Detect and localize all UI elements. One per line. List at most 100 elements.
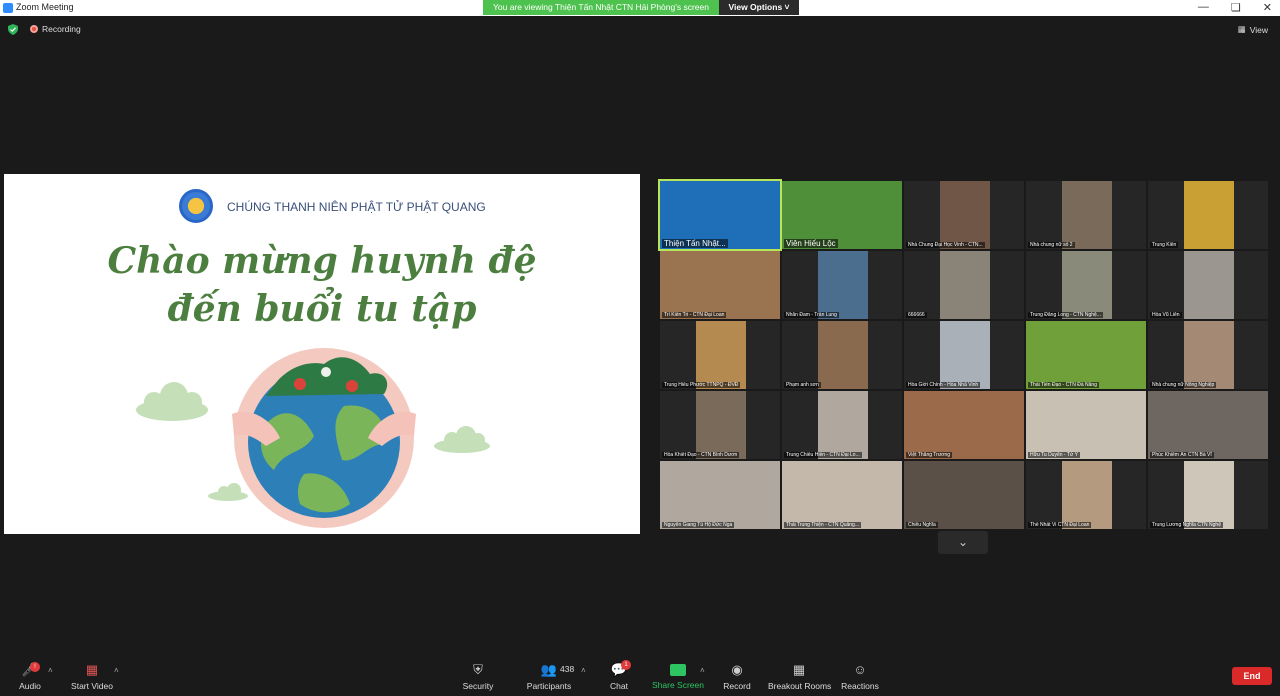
end-meeting-button[interactable]: End: [1232, 667, 1272, 685]
view-options-label: View Options: [728, 2, 783, 12]
view-options-button[interactable]: View Options ˅: [719, 0, 799, 15]
encryption-shield-icon[interactable]: [8, 24, 18, 35]
audio-alert-badge: !: [30, 662, 40, 672]
participant-tile[interactable]: Phạm anh sơn: [782, 321, 902, 389]
participant-tile[interactable]: Nhân Đam - Trần Lung: [782, 251, 902, 319]
participant-video: [1026, 321, 1146, 389]
participant-tile[interactable]: Hữu Tu Duyên - Tứ Y: [1026, 391, 1146, 459]
participant-tile[interactable]: Viên Hiếu Lộc: [782, 181, 902, 249]
maximize-icon[interactable]: ❏: [1231, 1, 1241, 14]
participant-tile[interactable]: Thiện Tấn Nhật...: [658, 179, 782, 251]
participant-tile[interactable]: Thái Tiến Đạo - CTN Đà Nẵng: [1026, 321, 1146, 389]
security-button[interactable]: ⛨ Security: [458, 656, 498, 696]
audio-button[interactable]: 🎤 Audio: [14, 656, 46, 696]
participant-video: [904, 461, 1024, 529]
reactions-label: Reactions: [841, 681, 879, 691]
participants-count: 438: [560, 664, 575, 674]
record-label: Record: [723, 681, 751, 691]
participant-name: Thiện Tấn Nhật...: [662, 239, 728, 248]
reactions-button[interactable]: ☺ Reactions: [840, 656, 880, 696]
participant-video: [1184, 461, 1234, 529]
grid-view-icon: ▦: [1237, 24, 1246, 34]
participant-video: [782, 461, 902, 529]
participant-name: Thái Trung Thiện - CTN Quảng...: [784, 522, 861, 528]
participant-name: Thái Tiến Đạo - CTN Đà Nẵng: [1028, 382, 1099, 388]
participant-tile[interactable]: Thế Nhất Vi CTN Đại Loan: [1026, 461, 1146, 529]
breakout-rooms-icon: ▦: [792, 662, 806, 677]
participant-video: [940, 321, 990, 389]
participants-button[interactable]: 👥 Participants: [524, 656, 574, 696]
breakout-rooms-button[interactable]: ▦ Breakout Rooms: [768, 656, 832, 696]
earth-hands-illustration: [136, 348, 490, 528]
participant-name: Hòa Vũ Liên: [1150, 312, 1182, 318]
participant-tile[interactable]: Nhà Chung Đại Học Vinh - CTN...: [904, 181, 1024, 249]
participant-video: [1184, 251, 1234, 319]
recording-dot-icon: [30, 25, 38, 33]
participant-tile[interactable]: Việt Thắng Trương: [904, 391, 1024, 459]
recording-indicator[interactable]: Recording: [30, 24, 81, 34]
participants-label: Participants: [526, 681, 572, 691]
participant-video: [818, 251, 868, 319]
participant-tile[interactable]: Thái Trung Thiện - CTN Quảng...: [782, 461, 902, 529]
participants-options-caret[interactable]: ˄: [581, 666, 586, 675]
chevron-down-icon: ⌄: [957, 535, 969, 549]
participant-tile[interactable]: Trí Kiến Tri - CTN Đại Loan: [660, 251, 780, 319]
participant-tile[interactable]: Hòa Khiết Đạo - CTN Bình Dươn: [660, 391, 780, 459]
participant-name: Nhà Chung Đại Học Vinh - CTN...: [906, 242, 985, 248]
participant-tile[interactable]: Nhà chung nữ số 2: [1026, 181, 1146, 249]
participant-name: Thế Nhất Vi CTN Đại Loan: [1028, 522, 1092, 528]
participant-tile[interactable]: Nhà chung nữ Nông Nghiệp: [1148, 321, 1268, 389]
window-controls: — ❏ ✕: [1198, 1, 1272, 14]
participant-tile[interactable]: Trung Lương Nghĩa CTN Nghệ: [1148, 461, 1268, 529]
shared-screen: CHÚNG THANH NIÊN PHẬT TỬ PHẬT QUANG Chào…: [4, 174, 640, 534]
recording-label: Recording: [42, 24, 81, 34]
participant-name: Hòa Giới Chính - Hòa Nhã Vinh: [906, 382, 981, 388]
start-video-label: Start Video: [71, 681, 113, 691]
view-button[interactable]: ▦ View: [1238, 24, 1268, 35]
participant-tile[interactable]: Chiêu Nghĩa: [904, 461, 1024, 529]
breakout-rooms-label: Breakout Rooms: [768, 681, 832, 691]
audio-options-caret[interactable]: ˄: [48, 666, 53, 675]
zoom-logo-icon: [3, 3, 13, 13]
participant-video: [940, 181, 990, 249]
participant-tile[interactable]: Phúc Khiêm Ân CTN Bà Vĩ: [1148, 391, 1268, 459]
participant-tile[interactable]: 666666: [904, 251, 1024, 319]
participant-name: Trung Kiên: [1150, 242, 1179, 248]
start-video-button[interactable]: ▦ Start Video: [66, 656, 118, 696]
share-screen-button[interactable]: Share Screen: [652, 656, 704, 696]
participant-video: [660, 251, 780, 319]
participant-video: [696, 391, 746, 459]
participant-tile[interactable]: Trung Chiếu Hiền - CTN Đại Lo...: [782, 391, 902, 459]
participant-name: Trung Hiếu Phước TTNPQ - ĐVĐ: [662, 382, 741, 388]
share-screen-label: Share Screen: [652, 680, 704, 690]
participant-tile[interactable]: Trung Hiếu Phước TTNPQ - ĐVĐ: [660, 321, 780, 389]
chevron-down-icon: ˅: [784, 2, 790, 12]
close-icon[interactable]: ✕: [1263, 1, 1272, 14]
share-screen-icon: [670, 664, 686, 676]
participant-name: Hòa Khiết Đạo - CTN Bình Dươn: [662, 452, 740, 458]
participant-tile[interactable]: Trung Đăng Long - CTN Nghệ...: [1026, 251, 1146, 319]
meeting-toolbar: 🎤 Audio ! ˄ ▦ Start Video ˄ ⛨ Security 👥…: [0, 656, 1280, 696]
participant-video: [1026, 391, 1146, 459]
security-label: Security: [462, 681, 494, 691]
participant-tile[interactable]: Hòa Vũ Liên: [1148, 251, 1268, 319]
participant-video: [1062, 461, 1112, 529]
shield-icon: ⛨: [473, 662, 483, 677]
view-label: View: [1249, 24, 1268, 35]
minimize-icon[interactable]: —: [1198, 1, 1209, 14]
participant-name: Trung Lương Nghĩa CTN Nghệ: [1150, 522, 1223, 528]
participant-name: Hữu Tu Duyên - Tứ Y: [1028, 452, 1080, 458]
participant-name: Trí Kiến Tri - CTN Đại Loan: [662, 312, 727, 318]
gallery-next-page-button[interactable]: ⌄: [938, 531, 988, 554]
participant-name: Viên Hiếu Lộc: [784, 239, 838, 248]
record-button[interactable]: ◉ Record: [720, 656, 754, 696]
cloud-right: [434, 426, 490, 453]
participant-name: Nhân Đam - Trần Lung: [784, 312, 839, 318]
participant-tile[interactable]: Nguyễn Giang Tú Hộ Đức Nga: [660, 461, 780, 529]
share-options-caret[interactable]: ˄: [700, 666, 705, 675]
audio-label: Audio: [19, 681, 41, 691]
video-options-caret[interactable]: ˄: [114, 666, 119, 675]
participant-tile[interactable]: Trung Kiên: [1148, 181, 1268, 249]
participant-name: Phúc Khiêm Ân CTN Bà Vĩ: [1150, 452, 1214, 458]
participant-tile[interactable]: Hòa Giới Chính - Hòa Nhã Vinh: [904, 321, 1024, 389]
